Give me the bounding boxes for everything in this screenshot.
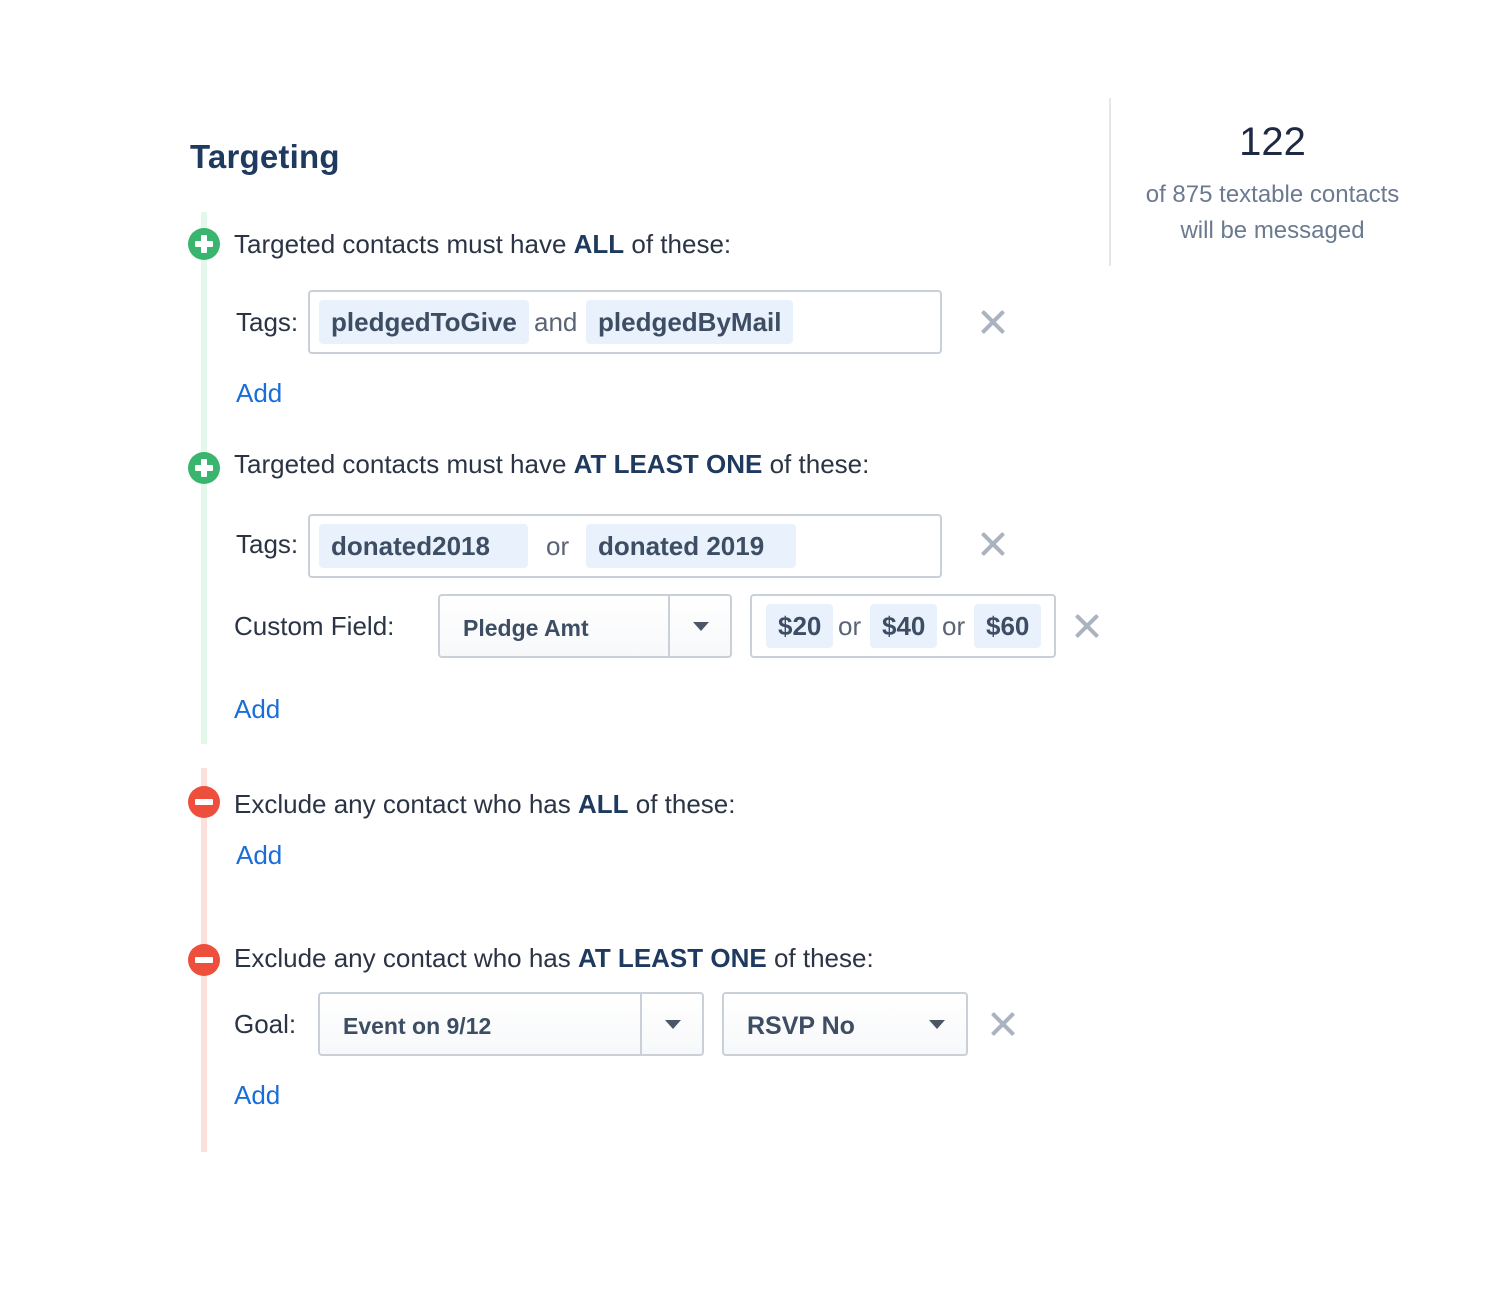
add-condition-link[interactable]: Add (234, 1080, 280, 1111)
caret-down-icon (665, 1020, 681, 1029)
heading-text: Targeted contacts must have (234, 229, 574, 259)
goal-label: Goal: (234, 1009, 297, 1039)
minus-circle-icon (188, 944, 220, 976)
heading-emphasis: ALL (573, 229, 625, 259)
goal-select-value: Event on 9/12 (343, 1013, 492, 1039)
heading-text: of these: (762, 449, 870, 479)
caret-down-icon (693, 622, 709, 631)
plus-circle-icon (188, 452, 220, 484)
heading-emphasis: AT LEAST ONE (573, 449, 763, 479)
heading-text: Exclude any contact who has (234, 789, 578, 819)
caption-line-2: will be messaged (1180, 217, 1365, 244)
heading-text: of these: (628, 789, 736, 819)
group-heading-include-any: Targeted contacts must have AT LEAST ONE… (234, 449, 869, 480)
group-heading-exclude-any: Exclude any contact who has AT LEAST ONE… (234, 943, 874, 974)
select-divider (640, 994, 642, 1054)
close-icon[interactable] (980, 531, 1006, 557)
goal-status-select[interactable]: RSVP No (722, 992, 968, 1056)
tag-conjunction: and (534, 307, 578, 337)
plus-circle-icon (188, 228, 220, 260)
heading-emphasis: AT LEAST ONE (577, 943, 767, 973)
targeted-count-caption: of 875 textable contacts will be message… (1130, 177, 1415, 249)
add-condition-link[interactable]: Add (234, 694, 280, 725)
targeted-count: 122 (1239, 120, 1306, 164)
value-conjunction: or (942, 611, 966, 641)
tag-chip[interactable]: donated 2019 (586, 524, 796, 568)
custom-field-select[interactable]: Pledge Amt (438, 594, 732, 658)
tags-label: Tags: (236, 307, 299, 337)
goal-select[interactable]: Event on 9/12 (318, 992, 704, 1056)
close-icon[interactable] (980, 309, 1006, 335)
close-icon[interactable] (990, 1011, 1016, 1037)
heading-text: of these: (624, 229, 732, 259)
tag-chip[interactable]: pledgedToGive (319, 300, 529, 344)
select-divider (668, 596, 670, 656)
custom-field-label: Custom Field: (234, 611, 395, 641)
heading-text: Exclude any contact who has (234, 943, 578, 973)
tag-chip[interactable]: pledgedByMail (586, 300, 794, 344)
caret-down-icon (929, 1020, 945, 1029)
value-chip[interactable]: $20 (766, 604, 834, 648)
value-conjunction: or (838, 611, 862, 641)
group-heading-include-all: Targeted contacts must have ALL of these… (234, 229, 731, 260)
group-heading-exclude-all: Exclude any contact who has ALL of these… (234, 789, 736, 820)
close-icon[interactable] (1074, 613, 1100, 639)
value-chip[interactable]: $40 (870, 604, 938, 648)
tag-chip[interactable]: donated2018 (319, 524, 528, 568)
heading-text: of these: (766, 943, 874, 973)
summary-divider (1109, 98, 1111, 266)
tag-conjunction: or (546, 531, 570, 561)
value-chip[interactable]: $60 (974, 604, 1042, 648)
custom-field-select-value: Pledge Amt (463, 615, 589, 641)
goal-status-value: RSVP No (747, 1012, 855, 1040)
page-title: Targeting (190, 138, 340, 175)
add-condition-link[interactable]: Add (236, 840, 282, 871)
heading-text: Targeted contacts must have (234, 449, 574, 479)
caption-line-1: of 875 textable contacts (1145, 181, 1400, 208)
add-condition-link[interactable]: Add (236, 378, 282, 409)
heading-emphasis: ALL (577, 789, 629, 819)
minus-circle-icon (188, 786, 220, 818)
tags-label: Tags: (236, 529, 299, 559)
